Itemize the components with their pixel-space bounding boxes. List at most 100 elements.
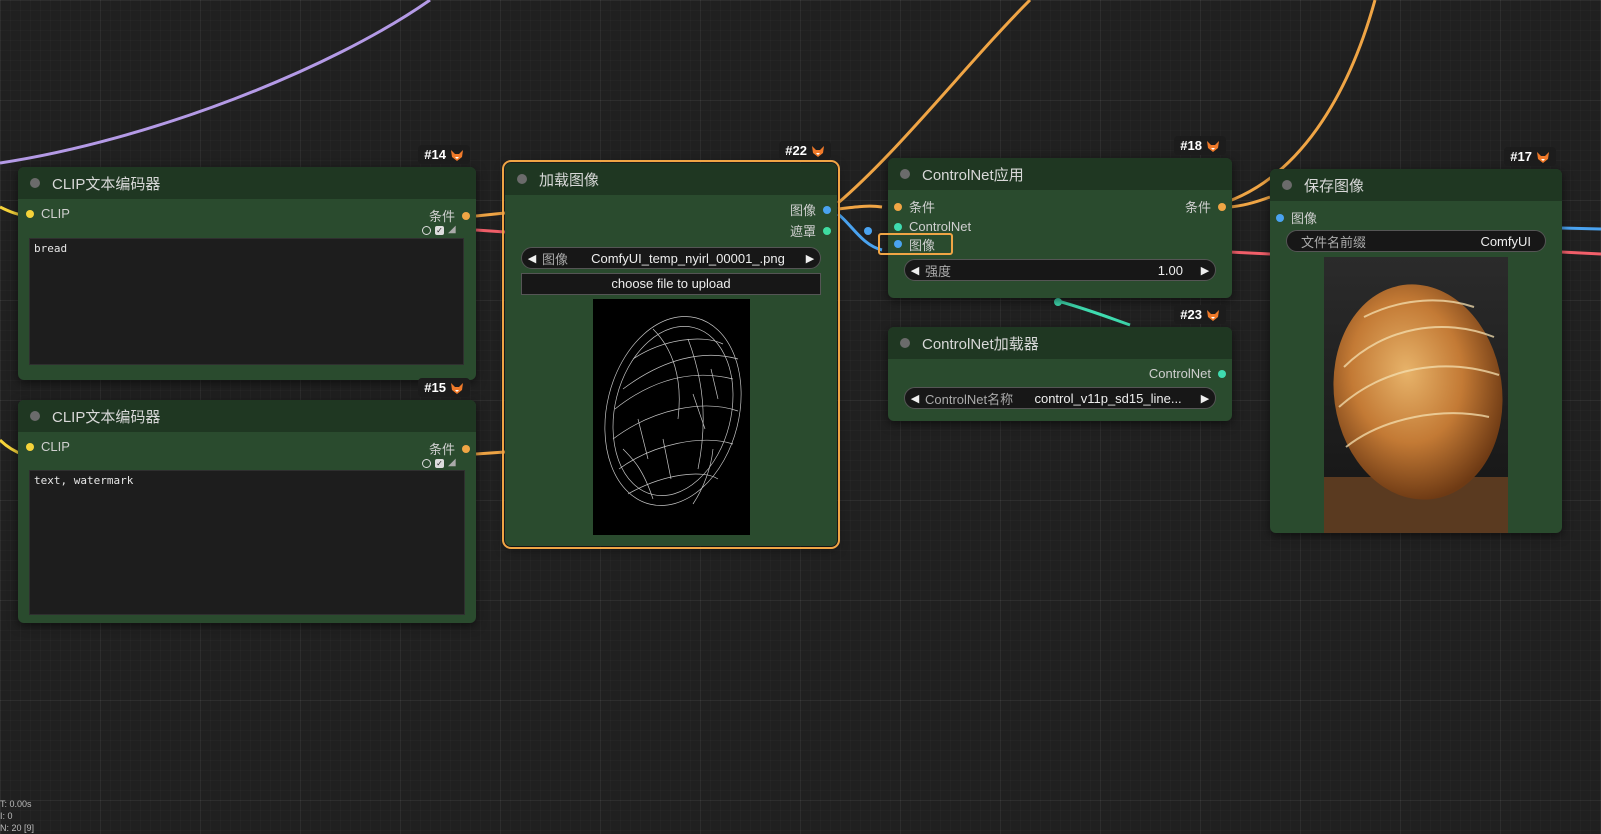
widget-toggle-icons[interactable]: ✓ ◢	[422, 458, 460, 468]
node-title-text: ControlNet应用	[922, 166, 1024, 184]
input-slot-image[interactable]: 图像	[878, 233, 953, 255]
arrow-right-icon[interactable]: ▶	[800, 252, 820, 265]
slot-dot-icon[interactable]	[1218, 202, 1226, 211]
node-id: #23	[1180, 307, 1202, 322]
wire-teal-reroute	[1054, 298, 1062, 306]
node-save-image-17[interactable]: #17 保存图像 图像 文件名前缀 ComfyUI	[1270, 147, 1562, 533]
slot-dot-icon[interactable]	[894, 202, 902, 211]
fox-icon	[1537, 151, 1549, 163]
sound-icon[interactable]: ◢	[448, 225, 460, 235]
checkbox-icon[interactable]: ✓	[435, 225, 444, 235]
output-slot-mask[interactable]: 遮罩	[790, 221, 831, 240]
input-slot-clip[interactable]: CLIP	[26, 206, 70, 221]
node-title[interactable]: ControlNet应用	[888, 158, 1232, 190]
slot-dot-icon[interactable]	[1218, 369, 1226, 378]
node-id: #15	[424, 380, 446, 395]
node-id-badge: #17	[1504, 147, 1556, 166]
node-title[interactable]: CLIP文本编码器	[18, 400, 476, 432]
node-load-image-22[interactable]: #22 加载图像 图像 遮罩 ◀ 图像 ComfyUI_temp_nyirl_0…	[502, 141, 840, 549]
slot-dot-icon[interactable]	[462, 444, 470, 453]
collapse-dot-icon[interactable]	[1282, 180, 1292, 190]
slot-label: 图像	[909, 237, 936, 253]
prompt-textarea[interactable]: text, watermark	[29, 470, 465, 615]
slot-dot-icon[interactable]	[894, 240, 902, 248]
node-controlnet-apply-18[interactable]: #18 ControlNet应用 条件 ControlNet 图像 条件 ◀ 强…	[878, 136, 1232, 298]
node-title-text: 保存图像	[1304, 177, 1365, 195]
collapse-dot-icon[interactable]	[517, 174, 527, 184]
output-slot-controlnet[interactable]: ControlNet	[1149, 366, 1226, 381]
collapse-dot-icon[interactable]	[900, 169, 910, 179]
slot-label: CLIP	[41, 439, 70, 454]
slot-dot-icon[interactable]	[894, 222, 902, 231]
widget-toggle-icons[interactable]: ✓ ◢	[422, 225, 460, 235]
node-controlnet-loader-23[interactable]: #23 ControlNet加载器 ControlNet ◀ ControlNe…	[888, 305, 1232, 421]
wire-purple	[0, 0, 431, 165]
slot-dot-icon[interactable]	[1276, 213, 1284, 222]
arrow-left-icon[interactable]: ◀	[905, 264, 925, 277]
output-slot-conditioning[interactable]: 条件	[1185, 197, 1226, 216]
slot-dot-icon[interactable]	[26, 442, 34, 451]
circle-icon[interactable]	[422, 225, 431, 235]
arrow-left-icon[interactable]: ◀	[905, 392, 925, 405]
node-title[interactable]: CLIP文本编码器	[18, 167, 476, 199]
widget-value: 1.00	[1157, 262, 1183, 278]
node-title[interactable]: 保存图像	[1270, 169, 1562, 201]
node-id-badge: #14	[418, 145, 470, 164]
image-select-combo[interactable]: ◀ 图像 ComfyUI_temp_nyirl_00001_.png ▶	[521, 247, 821, 269]
node-id: #18	[1180, 138, 1202, 153]
stats-line3: N: 20 [9]	[0, 823, 35, 833]
input-slot-image[interactable]: 图像	[1276, 208, 1317, 227]
node-id-badge: #22	[779, 141, 831, 160]
wire-teal-controlnet	[1057, 299, 1131, 327]
slot-dot-icon[interactable]	[823, 205, 831, 214]
checkbox-icon[interactable]: ✓	[435, 458, 444, 468]
sound-icon[interactable]: ◢	[448, 458, 460, 468]
node-clip-text-encoder-15[interactable]: #15 CLIP文本编码器 CLIP 条件 ✓ ◢ text, watermark	[18, 378, 476, 623]
output-slot-conditioning[interactable]: 条件	[429, 206, 470, 225]
fox-icon	[1207, 309, 1219, 321]
slot-label: 条件	[909, 200, 936, 215]
slot-dot-icon[interactable]	[462, 211, 470, 220]
output-slot-conditioning[interactable]: 条件	[429, 439, 470, 458]
arrow-left-icon[interactable]: ◀	[522, 252, 542, 265]
node-id: #17	[1510, 149, 1532, 164]
combo-value: control_v11p_sd15_line...	[1034, 390, 1182, 406]
filename-prefix-field[interactable]: 文件名前缀 ComfyUI	[1286, 230, 1546, 252]
slot-dot-icon[interactable]	[823, 226, 831, 235]
node-title[interactable]: 加载图像	[505, 163, 837, 195]
node-title[interactable]: ControlNet加载器	[888, 327, 1232, 359]
collapse-dot-icon[interactable]	[900, 338, 910, 348]
perf-stats: T: 0.00s I: 0 N: 20 [9]	[0, 798, 34, 834]
output-slot-image[interactable]: 图像	[790, 200, 831, 219]
node-clip-text-encoder-14[interactable]: #14 CLIP文本编码器 CLIP 条件 ✓ ◢ bread	[18, 145, 476, 380]
controlnet-name-combo[interactable]: ◀ ControlNet名称 control_v11p_sd15_line...…	[904, 387, 1216, 409]
arrow-right-icon[interactable]: ▶	[1195, 264, 1215, 277]
stats-time: T: 0.00s	[0, 799, 32, 809]
upload-button[interactable]: choose file to upload	[521, 273, 821, 295]
node-title-text: 加载图像	[539, 171, 600, 189]
slot-dot-icon[interactable]	[26, 209, 34, 218]
slot-label: 图像	[1291, 211, 1318, 226]
input-slot-clip[interactable]: CLIP	[26, 439, 70, 454]
node-id-badge: #23	[1174, 305, 1226, 324]
arrow-right-icon[interactable]: ▶	[1195, 392, 1215, 405]
node-id-badge: #15	[418, 378, 470, 397]
input-slot-controlnet[interactable]: ControlNet	[894, 219, 971, 234]
node-title-text: CLIP文本编码器	[52, 408, 161, 426]
input-slot-conditioning[interactable]: 条件	[894, 197, 935, 216]
wire-blue-reroute	[864, 227, 872, 235]
node-id-badge: #18	[1174, 136, 1226, 155]
fox-icon	[1207, 140, 1219, 152]
collapse-dot-icon[interactable]	[30, 411, 40, 421]
wire-orange-14	[475, 211, 506, 218]
wire-orange-cond	[837, 204, 883, 211]
prompt-textarea[interactable]: bread	[29, 238, 464, 365]
slot-label: 条件	[1184, 200, 1211, 215]
slot-label: 遮罩	[789, 224, 816, 239]
slot-label: 条件	[428, 209, 455, 224]
circle-icon[interactable]	[422, 458, 431, 468]
wire-red-14	[475, 228, 506, 234]
collapse-dot-icon[interactable]	[30, 178, 40, 188]
strength-slider[interactable]: ◀ 强度 1.00 ▶	[904, 259, 1216, 281]
slot-label: ControlNet	[909, 219, 972, 234]
